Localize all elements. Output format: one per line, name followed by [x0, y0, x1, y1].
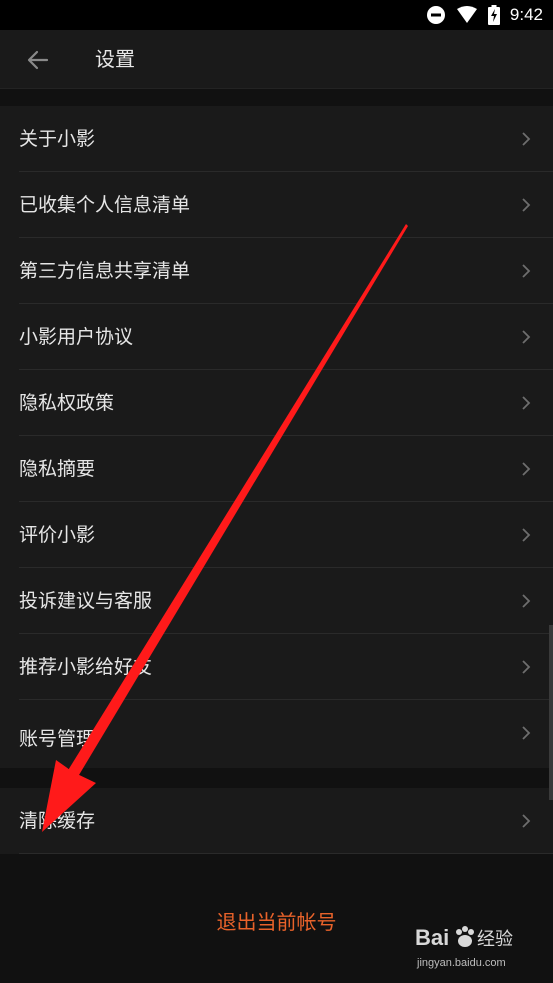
- settings-item-about[interactable]: 关于小影: [0, 106, 553, 172]
- paw-icon: [456, 926, 474, 947]
- chevron-right-icon: [522, 264, 531, 278]
- chevron-right-icon: [522, 726, 531, 740]
- settings-item-label: 已收集个人信息清单: [19, 194, 191, 216]
- settings-item-recommend-friends[interactable]: 推荐小影给好友: [0, 634, 553, 700]
- do-not-disturb-icon: [426, 6, 445, 24]
- settings-item-clear-cache[interactable]: 清除缓存: [0, 788, 553, 854]
- settings-item-label: 账号管理: [19, 728, 96, 750]
- settings-item-label: 隐私摘要: [19, 458, 96, 480]
- settings-item-rate-app[interactable]: 评价小影: [0, 502, 553, 568]
- settings-item-privacy-policy[interactable]: 隐私权政策: [0, 370, 553, 436]
- divider: [19, 853, 553, 854]
- settings-item-label: 评价小影: [19, 524, 96, 546]
- settings-item-collected-info[interactable]: 已收集个人信息清单: [0, 172, 553, 238]
- chevron-right-icon: [522, 594, 531, 608]
- watermark-suffix: 经验: [477, 929, 513, 950]
- wifi-icon: [456, 6, 477, 23]
- page-title: 设置: [95, 47, 135, 71]
- settings-item-label: 小影用户协议: [19, 326, 134, 348]
- chevron-right-icon: [522, 462, 531, 476]
- settings-item-privacy-summary[interactable]: 隐私摘要: [0, 436, 553, 502]
- watermark-brand: Bai: [415, 925, 450, 950]
- chevron-right-icon: [522, 132, 531, 146]
- status-bar: 9:42: [0, 0, 553, 30]
- settings-item-label: 推荐小影给好友: [19, 656, 153, 678]
- chevron-right-icon: [522, 660, 531, 674]
- settings-group-main: 关于小影 已收集个人信息清单 第三方信息共享清单 小影用户协议 隐私权政策 隐私…: [0, 106, 553, 768]
- back-button[interactable]: [18, 45, 58, 75]
- settings-item-account-management[interactable]: 账号管理: [0, 700, 553, 768]
- app-bar: 设置: [0, 30, 553, 89]
- chevron-right-icon: [522, 814, 531, 828]
- settings-group-cache: 清除缓存: [0, 788, 553, 854]
- settings-item-label: 清除缓存: [19, 810, 96, 832]
- scrollbar[interactable]: [549, 625, 553, 800]
- settings-item-feedback-support[interactable]: 投诉建议与客服: [0, 568, 553, 634]
- chevron-right-icon: [522, 528, 531, 542]
- watermark-url: jingyan.baidu.com: [417, 957, 506, 969]
- settings-item-user-agreement[interactable]: 小影用户协议: [0, 304, 553, 370]
- chevron-right-icon: [522, 330, 531, 344]
- settings-item-third-party-sharing[interactable]: 第三方信息共享清单: [0, 238, 553, 304]
- chevron-right-icon: [522, 198, 531, 212]
- chevron-right-icon: [522, 396, 531, 410]
- status-icons: 9:42: [426, 4, 543, 26]
- arrow-left-icon: [27, 50, 49, 70]
- settings-item-label: 关于小影: [19, 128, 96, 150]
- settings-item-label: 第三方信息共享清单: [19, 260, 191, 282]
- settings-item-label: 投诉建议与客服: [19, 590, 153, 612]
- baidu-jingyan-watermark: Bai 经验 jingyan.baidu.com: [415, 925, 525, 975]
- battery-charging-icon: [487, 5, 500, 25]
- status-time: 9:42: [509, 5, 543, 24]
- settings-item-label: 隐私权政策: [19, 392, 115, 414]
